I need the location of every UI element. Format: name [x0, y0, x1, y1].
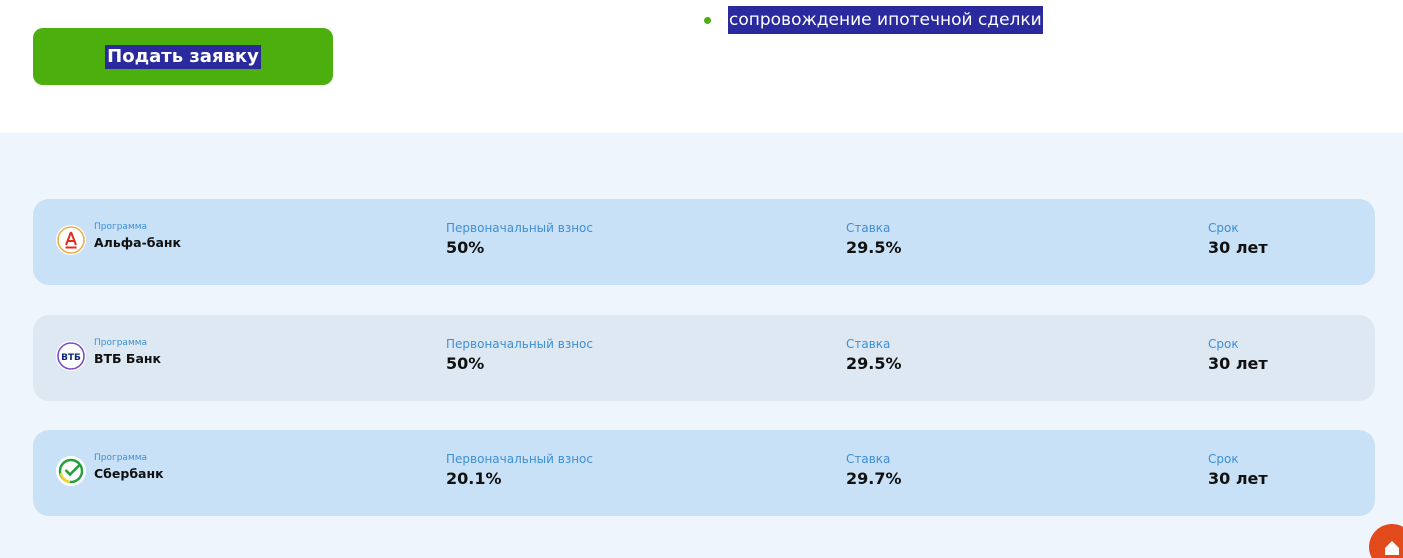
chat-widget-button[interactable]: [1369, 524, 1403, 558]
bullet-dot: [704, 17, 711, 24]
vtb-logo-text: ВТБ: [61, 353, 81, 363]
down-payment-label: Первоначальный взнос: [446, 452, 593, 466]
down-payment-label: Первоначальный взнос: [446, 221, 593, 235]
program-label: Программа: [94, 222, 148, 232]
down-payment-column: Первоначальный взнос 50%: [446, 221, 593, 259]
rate-value: 29.5%: [846, 354, 902, 373]
rate-value: 29.7%: [846, 469, 902, 488]
program-label: Программа: [94, 453, 148, 463]
term-label: Срок: [1208, 452, 1239, 466]
rate-column: Ставка 29.5%: [846, 337, 902, 375]
offer-row-alfa-bank[interactable]: Программа Альфа-банк Первоначальный взно…: [33, 199, 1375, 285]
term-value: 30 лет: [1208, 238, 1268, 257]
alfa-bank-logo-icon: [56, 225, 86, 255]
program-column: Программа Сбербанк: [94, 452, 164, 483]
down-payment-column: Первоначальный взнос 50%: [446, 337, 593, 375]
term-label: Срок: [1208, 221, 1239, 235]
program-label: Программа: [94, 338, 148, 348]
term-column: Срок 30 лет: [1208, 221, 1268, 259]
bank-name: Альфа-банк: [94, 235, 182, 250]
top-area: Подать заявку сопровождение ипотечной сд…: [0, 0, 1403, 133]
down-payment-label: Первоначальный взнос: [446, 337, 593, 351]
down-payment-value: 50%: [446, 354, 485, 373]
home-icon: [1385, 541, 1399, 555]
offer-row-vtb-bank[interactable]: ВТБ Программа ВТБ Банк Первоначальный вз…: [33, 315, 1375, 401]
rate-label: Ставка: [846, 452, 891, 466]
term-value: 30 лет: [1208, 354, 1268, 373]
rate-label: Ставка: [846, 221, 891, 235]
rate-column: Ставка 29.5%: [846, 221, 902, 259]
sberbank-logo-icon: [56, 456, 86, 486]
mortgage-offers-section: Программа Альфа-банк Первоначальный взно…: [0, 133, 1403, 558]
term-column: Срок 30 лет: [1208, 452, 1268, 490]
down-payment-column: Первоначальный взнос 20.1%: [446, 452, 593, 490]
rate-label: Ставка: [846, 337, 891, 351]
rate-value: 29.5%: [846, 238, 902, 257]
service-bullet-text: сопровождение ипотечной сделки: [728, 6, 1043, 34]
term-value: 30 лет: [1208, 469, 1268, 488]
term-label: Срок: [1208, 337, 1239, 351]
term-column: Срок 30 лет: [1208, 337, 1268, 375]
down-payment-value: 20.1%: [446, 469, 502, 488]
program-column: Программа Альфа-банк: [94, 221, 181, 252]
bank-name: ВТБ Банк: [94, 351, 162, 366]
bank-name: Сбербанк: [94, 466, 164, 481]
down-payment-value: 50%: [446, 238, 485, 257]
apply-button[interactable]: Подать заявку: [33, 28, 333, 85]
offer-row-sberbank[interactable]: Программа Сбербанк Первоначальный взнос …: [33, 430, 1375, 516]
rate-column: Ставка 29.7%: [846, 452, 902, 490]
program-column: Программа ВТБ Банк: [94, 337, 161, 368]
apply-button-label: Подать заявку: [105, 44, 261, 69]
vtb-bank-logo-icon: ВТБ: [56, 341, 86, 371]
